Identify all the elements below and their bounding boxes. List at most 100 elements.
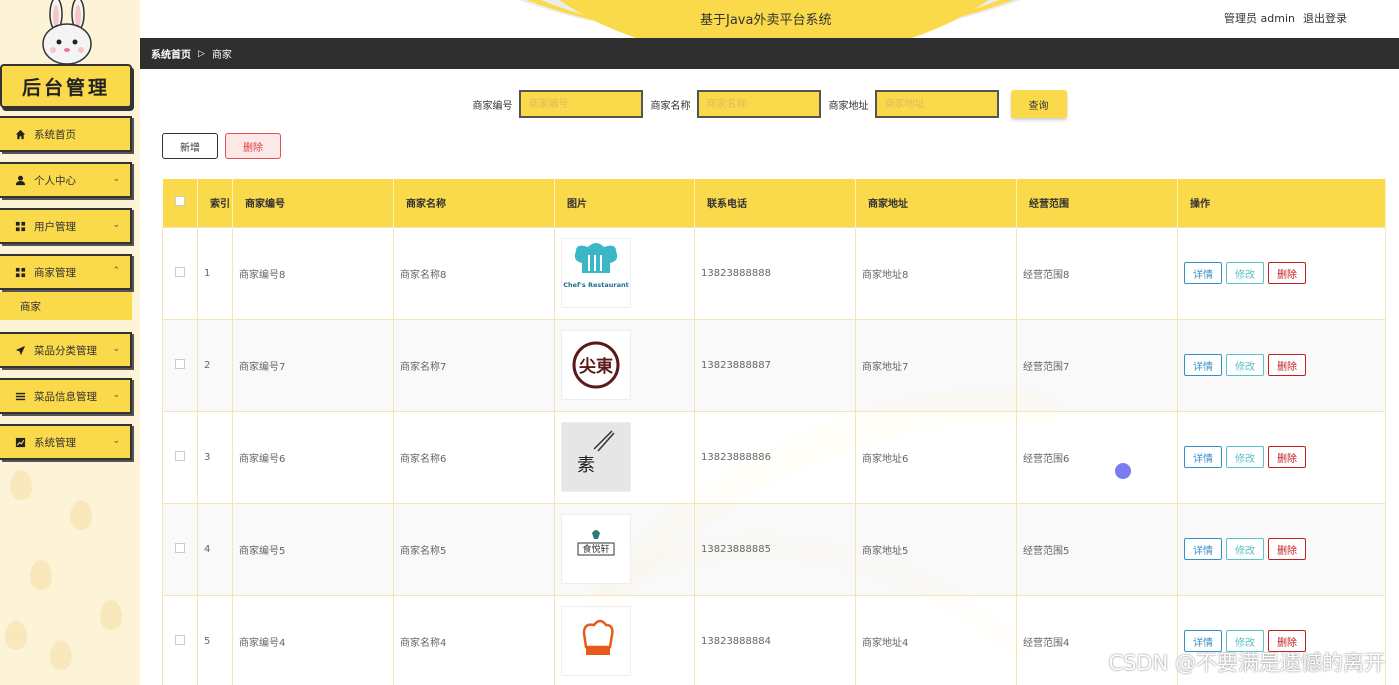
detail-button[interactable]: 详情 bbox=[1184, 354, 1222, 376]
mouse-cursor-indicator bbox=[1115, 463, 1131, 479]
delete-button[interactable]: 删除 bbox=[225, 133, 281, 159]
cell-name: 商家名称5 bbox=[393, 502, 555, 596]
detail-button[interactable]: 详情 bbox=[1184, 538, 1222, 560]
breadcrumb-home[interactable]: 系统首页 bbox=[151, 46, 191, 61]
cell-address: 商家地址8 bbox=[855, 226, 1017, 320]
column-header-scope: 经营范围 bbox=[1016, 179, 1178, 227]
cell-name: 商家名称7 bbox=[393, 318, 555, 412]
grid-icon bbox=[14, 220, 26, 232]
logo-title: 后台管理 bbox=[0, 64, 132, 108]
search-bar: 商家编号 商家名称 商家地址 查询 bbox=[140, 90, 1399, 118]
search-input-code[interactable] bbox=[518, 90, 643, 118]
row-checkbox[interactable] bbox=[162, 410, 198, 504]
row-checkbox[interactable] bbox=[162, 226, 198, 320]
logo-caption: 尖東 bbox=[579, 356, 613, 377]
edit-button[interactable]: 修改 bbox=[1226, 446, 1264, 468]
detail-button[interactable]: 详情 bbox=[1184, 446, 1222, 468]
sidebar-item-label: 商家管理 bbox=[34, 266, 76, 279]
cell-code: 商家编号8 bbox=[232, 226, 394, 320]
sidebar-item-home[interactable]: 系统首页 bbox=[0, 116, 132, 152]
cell-code: 商家编号5 bbox=[232, 502, 394, 596]
leaf-decoration bbox=[100, 600, 122, 630]
column-header-index: 索引 bbox=[197, 179, 233, 227]
leaf-decoration bbox=[50, 640, 72, 670]
table-row: 3 商家编号6 商家名称6 素 13823888886 商家地址6 经营范围6 bbox=[162, 410, 1386, 504]
seal-logo: 尖東 bbox=[561, 330, 631, 400]
cell-name: 商家名称6 bbox=[393, 410, 555, 504]
sidebar-item-dish-info[interactable]: 菜品信息管理 ⌄ bbox=[0, 378, 132, 414]
cell-index: 4 bbox=[197, 502, 233, 596]
cell-phone: 13823888888 bbox=[694, 226, 856, 320]
chevron-up-icon: ⌃ bbox=[112, 266, 120, 276]
sidebar-item-dish-categories[interactable]: 菜品分类管理 ⌄ bbox=[0, 332, 132, 368]
cell-code: 商家编号4 bbox=[232, 594, 394, 685]
row-checkbox[interactable] bbox=[162, 594, 198, 685]
leaf-decoration bbox=[10, 470, 32, 500]
user-icon bbox=[14, 174, 26, 186]
sidebar-item-users[interactable]: 用户管理 ⌄ bbox=[0, 208, 132, 244]
sidebar-subitem-merchant[interactable]: 商家 bbox=[0, 292, 132, 320]
sidebar: 后台管理 系统首页 个人中心 ⌄ 用户管理 ⌄ 商家管理 ⌃ 商家 菜品分类管理… bbox=[0, 0, 140, 685]
edit-button[interactable]: 修改 bbox=[1226, 262, 1264, 284]
table-header-row: 索引 商家编号 商家名称 图片 联系电话 商家地址 经营范围 操作 bbox=[162, 179, 1386, 227]
cell-scope: 经营范围5 bbox=[1016, 502, 1178, 596]
sidebar-item-label: 系统管理 bbox=[34, 436, 76, 449]
merchant-table: 索引 商家编号 商家名称 图片 联系电话 商家地址 经营范围 操作 1 商家编号… bbox=[162, 179, 1386, 685]
sidebar-item-label: 菜品分类管理 bbox=[34, 344, 97, 357]
search-label-address: 商家地址 bbox=[828, 100, 869, 112]
edit-button[interactable]: 修改 bbox=[1226, 354, 1264, 376]
logout-link[interactable]: 退出登录 bbox=[1303, 10, 1347, 26]
row-checkbox[interactable] bbox=[162, 502, 198, 596]
row-delete-button[interactable]: 删除 bbox=[1268, 446, 1306, 468]
cell-name: 商家名称8 bbox=[393, 226, 555, 320]
add-button[interactable]: 新增 bbox=[162, 133, 218, 159]
send-icon bbox=[14, 344, 26, 356]
cell-scope: 经营范围7 bbox=[1016, 318, 1178, 412]
search-input-address[interactable] bbox=[874, 90, 999, 118]
breadcrumb-current: 商家 bbox=[211, 50, 232, 61]
cell-actions: 详情 修改 删除 bbox=[1177, 318, 1386, 412]
search-label-name: 商家名称 bbox=[650, 100, 691, 112]
table-row: 1 商家编号8 商家名称8 Chef's Restaurant 13823888… bbox=[162, 226, 1386, 320]
cell-actions: 详情 修改 删除 bbox=[1177, 410, 1386, 504]
sidebar-item-merchants[interactable]: 商家管理 ⌃ bbox=[0, 254, 132, 290]
cell-index: 1 bbox=[197, 226, 233, 320]
table-row: 4 商家编号5 商家名称5 食悦轩 13823888885 商家地址5 经营范围… bbox=[162, 502, 1386, 596]
cell-actions: 详情 修改 删除 bbox=[1177, 226, 1386, 320]
home-icon bbox=[14, 128, 26, 140]
list-icon bbox=[14, 390, 26, 402]
edit-button[interactable]: 修改 bbox=[1226, 538, 1264, 560]
cell-address: 商家地址7 bbox=[855, 318, 1017, 412]
cell-phone: 13823888885 bbox=[694, 502, 856, 596]
row-checkbox[interactable] bbox=[162, 318, 198, 412]
logo-caption: 素 bbox=[577, 455, 595, 476]
chef-hat-logo bbox=[561, 606, 631, 676]
current-user: 管理员 admin bbox=[1224, 12, 1295, 25]
row-delete-button[interactable]: 删除 bbox=[1268, 262, 1306, 284]
search-label-code: 商家编号 bbox=[472, 100, 513, 112]
sidebar-item-label: 系统首页 bbox=[34, 128, 76, 141]
cell-image: 尖東 bbox=[554, 318, 695, 412]
csdn-watermark: CSDN @不要满是遗憾的离开 bbox=[1108, 651, 1385, 675]
search-input-name[interactable] bbox=[696, 90, 821, 118]
table-row: 2 商家编号7 商家名称7 尖東 13823888887 商家地址7 经营范围7… bbox=[162, 318, 1386, 412]
search-group-code: 商家编号 bbox=[473, 90, 643, 118]
rabbit-mascot-icon bbox=[42, 0, 92, 65]
chevron-down-icon: ⌄ bbox=[112, 344, 120, 354]
search-button[interactable]: 查询 bbox=[1010, 90, 1067, 118]
detail-button[interactable]: 详情 bbox=[1184, 262, 1222, 284]
chefs-restaurant-logo: Chef's Restaurant bbox=[561, 238, 631, 308]
sidebar-item-profile[interactable]: 个人中心 ⌄ bbox=[0, 162, 132, 198]
sidebar-menu: 系统首页 个人中心 ⌄ 用户管理 ⌄ 商家管理 ⌃ 商家 菜品分类管理 ⌄ 菜品… bbox=[0, 116, 132, 470]
row-delete-button[interactable]: 删除 bbox=[1268, 354, 1306, 376]
chevron-down-icon: ⌄ bbox=[112, 436, 120, 446]
row-delete-button[interactable]: 删除 bbox=[1268, 538, 1306, 560]
search-group-name: 商家名称 bbox=[651, 90, 821, 118]
main-content: 商家编号 商家名称 商家地址 查询 新增 删除 索引 商家编号 商家名称 图片 bbox=[140, 69, 1399, 685]
column-header-image: 图片 bbox=[554, 179, 695, 227]
logo-caption: Chef's Restaurant bbox=[563, 281, 629, 289]
sidebar-item-system[interactable]: 系统管理 ⌄ bbox=[0, 424, 132, 460]
select-all-checkbox[interactable] bbox=[162, 179, 198, 227]
chevron-down-icon: ⌄ bbox=[112, 220, 120, 230]
cell-address: 商家地址5 bbox=[855, 502, 1017, 596]
